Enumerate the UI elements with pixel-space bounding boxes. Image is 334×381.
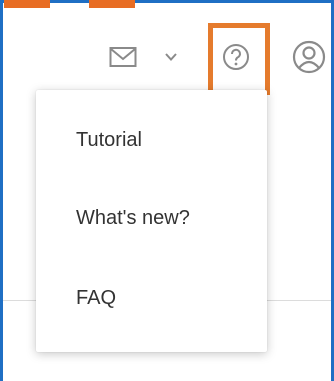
mail-icon[interactable] xyxy=(109,46,137,68)
help-dropdown-menu: Tutorial What's new? FAQ xyxy=(36,90,267,352)
menu-item-whats-new[interactable]: What's new? xyxy=(36,196,267,240)
profile-icon[interactable] xyxy=(291,39,327,75)
top-tab-accent-right xyxy=(89,0,135,8)
menu-item-tutorial[interactable]: Tutorial xyxy=(36,118,267,162)
menu-item-label: Tutorial xyxy=(76,128,142,151)
chevron-down-icon[interactable] xyxy=(163,49,179,65)
menu-item-faq[interactable]: FAQ xyxy=(36,276,267,320)
help-icon-highlight xyxy=(208,23,270,95)
menu-item-label: FAQ xyxy=(76,286,117,309)
menu-item-label: What's new? xyxy=(76,206,190,229)
top-tab-accent-left xyxy=(4,0,50,8)
